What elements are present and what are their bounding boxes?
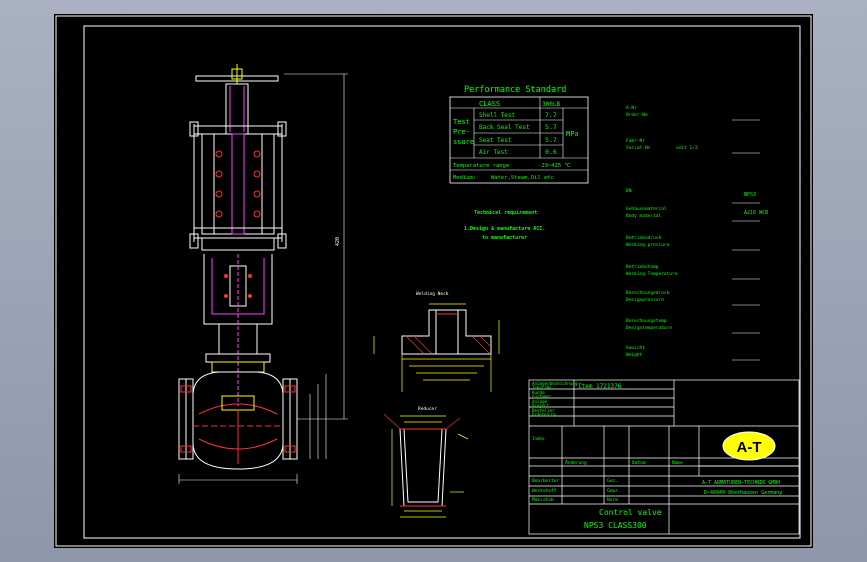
test-row-name: Air Test — [479, 149, 508, 156]
test-row-value: 7.7 — [545, 111, 557, 119]
requirements-line-1: 1.Design & manufacture ACC. — [464, 226, 545, 232]
field-label-de: Betriebsdruck — [626, 235, 662, 241]
company-name: A-T ARMATUREN-TECHNIK GMBH — [702, 480, 780, 486]
height-dimension: 420 — [335, 237, 341, 246]
class-label: CLASS — [479, 100, 500, 108]
field-label-en: Working pressure — [626, 242, 670, 248]
requirements-title: Technical requirement — [474, 210, 537, 216]
company-address: D-46049 Oberhausen Germany — [704, 490, 782, 496]
field-label-en: Designtemperature — [626, 325, 672, 331]
specification-fields: A-NrOrder-No Fabr-NrSerial-Nr unit 1/2 DN NP… — [626, 105, 768, 361]
test-row-value: 0.6 — [545, 148, 557, 156]
field-label-de: Berechnungstemp — [626, 318, 667, 324]
logo-text: A-T — [737, 439, 762, 456]
performance-title: Performance Standard — [464, 85, 566, 95]
test-label-1: Test — [453, 118, 470, 126]
field-label-en: Weight — [626, 352, 643, 358]
sheet-border — [55, 15, 812, 547]
field-label-de: DN — [626, 188, 632, 194]
field-label-de: Berechnungsdruck — [626, 290, 670, 296]
tb-row1-value: Item 1721376 — [578, 383, 622, 390]
field-label-de: Betriebstemp — [626, 264, 659, 270]
flange-label: Welding Neck — [416, 291, 449, 297]
field-extra: unit 1/2 — [676, 145, 698, 151]
inner-frame — [83, 25, 801, 539]
flange-detail-drawing — [373, 303, 500, 392]
field-value: NPS3 — [744, 192, 756, 198]
drawing-sheet: 420 Welding Neck Reducer Performance Sta… — [54, 14, 813, 548]
tb-norm: Norm — [607, 497, 618, 503]
control-valve-drawing — [178, 64, 348, 484]
medium-value: Water,Steam,Oil etc — [491, 175, 554, 181]
tb-col-name: Name — [672, 460, 683, 466]
reducer-label: Reducer — [418, 406, 437, 412]
field-label-en: Serial-Nr — [626, 145, 651, 151]
field-label-de: Gehäusematerial — [626, 206, 667, 212]
field-label-de: Fabr-Nr — [626, 138, 645, 144]
cad-viewport: 420 Welding Neck Reducer Performance Sta… — [0, 0, 867, 562]
unit-label: MPa — [566, 130, 579, 138]
field-label-en: Body material — [626, 213, 662, 219]
test-label-3: ssure — [453, 138, 474, 146]
medium-label: Medium: — [453, 175, 476, 181]
field-value: A216 WCB — [744, 210, 768, 216]
tb-checked: Werkstoff — [532, 488, 557, 494]
drawing-subtitle: NPS3 CLASS300 — [584, 521, 647, 530]
tb-row4-sub: Ordered by — [532, 412, 557, 417]
test-label-2: Pre- — [453, 128, 470, 136]
tb-scale: Massstab — [532, 497, 554, 503]
reducer-detail-drawing — [383, 413, 469, 518]
test-row-value: 5.7 — [545, 123, 557, 131]
tb-col-date: Datum — [632, 460, 646, 466]
tb-gepr: Gepr. — [607, 488, 621, 494]
test-row-name: Seat Test — [479, 137, 512, 144]
temp-value: -29~425 ℃ — [538, 163, 571, 169]
temp-label: Temperature range — [453, 163, 509, 169]
field-label-en: Working Temperature — [626, 271, 678, 277]
field-label-de: A-Nr — [626, 105, 637, 111]
test-row-name: Shell Test — [479, 112, 516, 119]
tb-drawn: Bearbeiter — [532, 478, 559, 484]
test-row-name: Back Seal Test — [479, 124, 530, 131]
field-label-en: Designpressure — [626, 297, 664, 303]
requirements-line-2: to manufacturer — [482, 235, 527, 241]
tb-row5-label: Index — [532, 436, 545, 441]
field-label-en: Order-No — [626, 112, 648, 118]
field-label-de: Gewicht — [626, 345, 645, 351]
class-value: 300LB — [542, 101, 560, 108]
drawing-title: Control valve — [599, 508, 662, 517]
tb-gez: Gez. — [607, 478, 618, 484]
tb-col-change: Änderung — [565, 459, 587, 466]
test-row-value: 5.7 — [545, 136, 557, 144]
